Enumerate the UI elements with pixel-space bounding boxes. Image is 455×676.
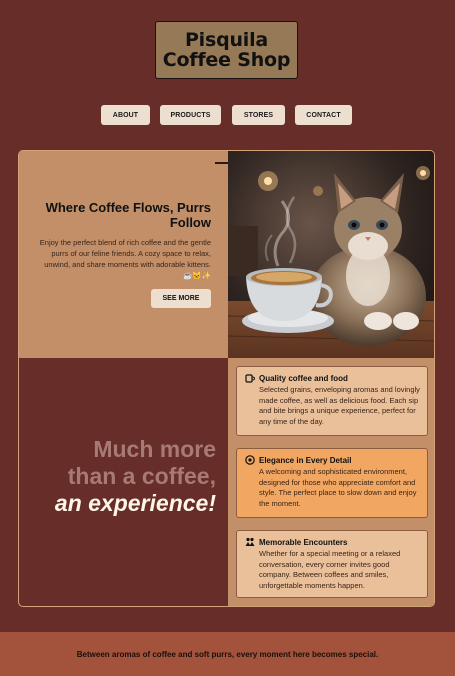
- feature-elegance[interactable]: Elegance in Every Detail A welcoming and…: [236, 448, 428, 518]
- nav-about[interactable]: ABOUT: [101, 105, 150, 125]
- main-card: Where Coffee Flows, Purrs Follow Enjoy t…: [18, 150, 435, 607]
- nav-stores[interactable]: STORES: [232, 105, 285, 125]
- feature-quality[interactable]: Quality coffee and food Selected grains,…: [236, 366, 428, 436]
- feature-title: Memorable Encounters: [259, 537, 348, 547]
- feature-description: A welcoming and sophisticated environmen…: [259, 467, 417, 508]
- nav-products[interactable]: PRODUCTS: [160, 105, 221, 125]
- footer-text: Between aromas of coffee and soft purrs,…: [76, 649, 379, 659]
- features-panel: Quality coffee and food Selected grains,…: [228, 358, 434, 606]
- main-nav: ABOUT PRODUCTS STORES CONTACT: [0, 105, 455, 125]
- hero-title: Where Coffee Flows, Purrs Follow: [45, 200, 211, 230]
- footer: Between aromas of coffee and soft purrs,…: [0, 632, 455, 676]
- hero-description: Enjoy the perfect blend of rich coffee a…: [39, 238, 211, 280]
- feature-title: Quality coffee and food: [259, 373, 348, 383]
- promo-line-1: Much more: [93, 436, 216, 462]
- nav-contact[interactable]: CONTACT: [295, 105, 352, 125]
- see-more-button[interactable]: SEE MORE: [151, 289, 211, 308]
- hero-text-panel: Where Coffee Flows, Purrs Follow Enjoy t…: [19, 151, 239, 358]
- feature-encounters[interactable]: Memorable Encounters Whether for a speci…: [236, 530, 428, 598]
- people-icon: [245, 537, 255, 546]
- feature-description: Whether for a special meeting or a relax…: [259, 549, 401, 590]
- coffee-cup-icon: [245, 374, 255, 383]
- promo-panel: Much more than a coffee, an experience!: [19, 358, 228, 606]
- hero-image: [228, 151, 434, 358]
- logo-line-2: Coffee Shop: [162, 49, 291, 71]
- feature-description: Selected grains, enveloping aromas and l…: [259, 385, 420, 426]
- logo[interactable]: Pisquila Coffee Shop: [155, 21, 298, 79]
- feature-title: Elegance in Every Detail: [259, 455, 352, 465]
- promo-line-2: than a coffee,: [67, 463, 216, 489]
- promo-line-3: an experience!: [54, 490, 216, 516]
- compass-icon: [245, 455, 255, 465]
- logo-line-1: Pisquila: [184, 29, 269, 51]
